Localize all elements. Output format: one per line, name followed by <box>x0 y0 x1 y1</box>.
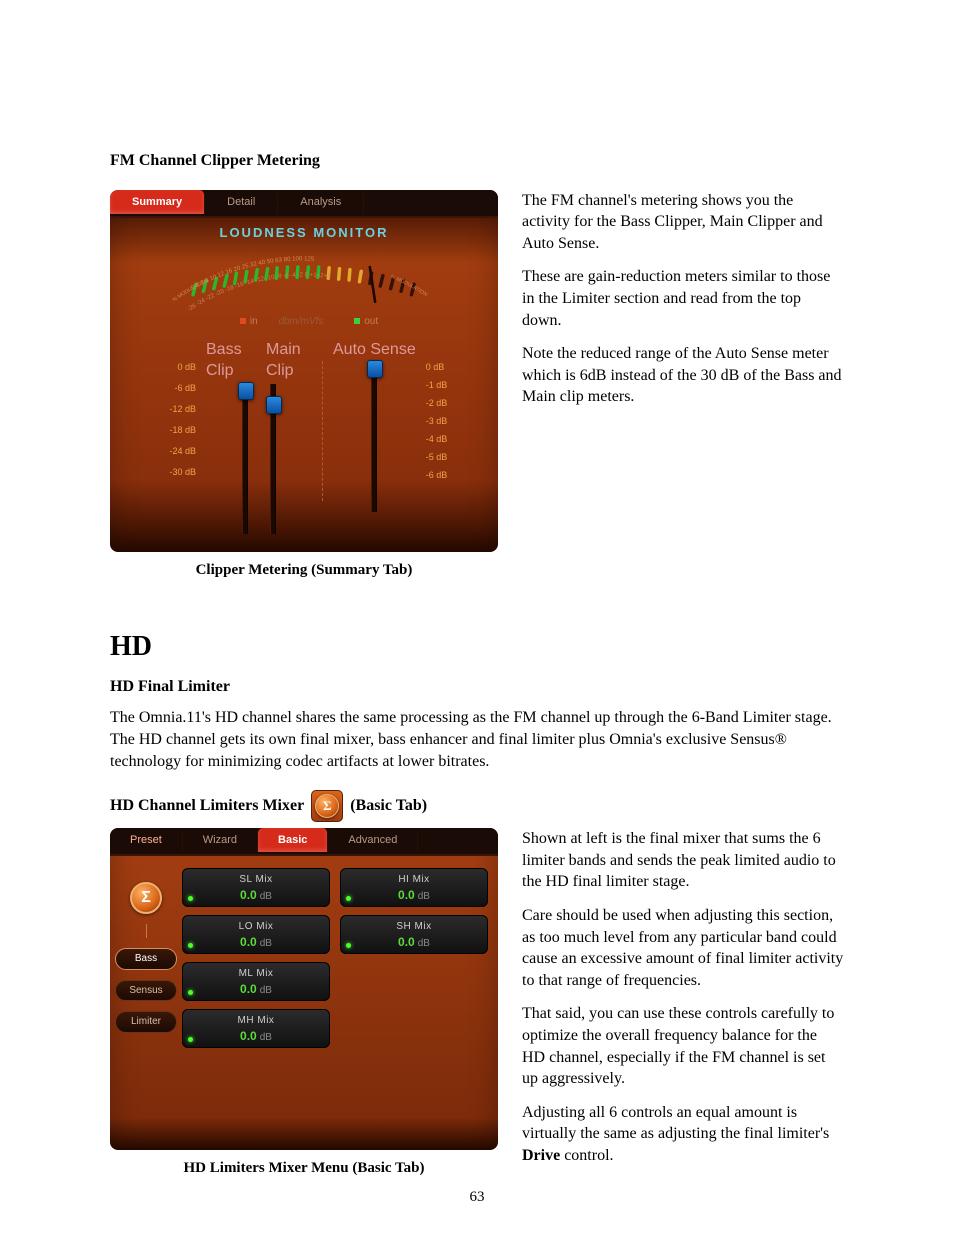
scale-right-0: 0 dB <box>426 361 476 373</box>
meter-divider <box>322 361 323 501</box>
nav-sensus[interactable]: Sensus <box>115 980 177 1002</box>
clipper-metering-panel: Summary Detail Analysis LOUDNESS MONITOR <box>110 190 498 552</box>
scale-left-3: -18 dB <box>169 424 196 436</box>
tab-basic[interactable]: Basic <box>258 828 328 852</box>
tab-wizard[interactable]: Wizard <box>183 828 258 852</box>
arc-mod-right: % MODULATION <box>390 274 429 298</box>
nav-connector <box>146 924 147 938</box>
fm-para-1: The FM channel's metering shows you the … <box>522 190 844 255</box>
heading-hd-mixer-pre: HD Channel Limiters Mixer <box>110 795 304 817</box>
heading-hd-mixer-post: (Basic Tab) <box>350 795 427 817</box>
page-number: 63 <box>0 1187 954 1207</box>
heading-hd: HD <box>110 628 844 666</box>
hd-para-1: Shown at left is the final mixer that su… <box>522 828 844 893</box>
auto-sense-knob[interactable] <box>367 360 383 378</box>
label-auto-sense: Auto Sense <box>333 339 416 361</box>
hd-para-3: That said, you can use these controls ca… <box>522 1003 844 1089</box>
scale-left-0: 0 dB <box>177 361 196 373</box>
sigma-icon[interactable]: Σ <box>130 882 162 914</box>
scale-right-3: -3 dB <box>426 415 476 427</box>
scale-right-5: -5 dB <box>426 451 476 463</box>
tab-summary[interactable]: Summary <box>110 190 205 214</box>
caption-hd: HD Limiters Mixer Menu (Basic Tab) <box>110 1158 498 1178</box>
fm-para-2: These are gain-reduction meters similar … <box>522 266 844 331</box>
loudness-monitor-title: LOUDNESS MONITOR <box>126 224 482 242</box>
tab-preset[interactable]: Preset <box>110 828 183 852</box>
mix-lo[interactable]: LO Mix0.0dB <box>182 915 330 954</box>
scale-left-5: -30 dB <box>169 466 196 478</box>
panel1-tabs: Summary Detail Analysis <box>110 190 498 218</box>
mix-sh[interactable]: SH Mix0.0dB <box>340 915 488 954</box>
label-main-clip: Main Clip <box>266 339 312 382</box>
panel2-side-nav: Σ Bass Sensus Limiter <box>120 868 172 1138</box>
mix-ml[interactable]: ML Mix0.0dB <box>182 962 330 1001</box>
scale-left-1: -6 dB <box>174 382 196 394</box>
main-clip-knob[interactable] <box>266 396 282 414</box>
mixer-grid: SL Mix0.0dB HI Mix0.0dB LO Mix0.0dB SH M… <box>182 868 488 1138</box>
hd-limiters-mixer-panel: Preset Wizard Basic Advanced Σ Bass Sens… <box>110 828 498 1150</box>
heading-fm-metering: FM Channel Clipper Metering <box>110 150 844 172</box>
fm-para-3: Note the reduced range of the Auto Sense… <box>522 343 844 408</box>
scale-right-6: -6 dB <box>426 469 476 481</box>
nav-bass[interactable]: Bass <box>115 948 177 970</box>
tab-analysis[interactable]: Analysis <box>278 190 364 214</box>
heading-hd-final: HD Final Limiter <box>110 676 844 698</box>
svg-text:% MODULATION: % MODULATION <box>390 274 429 298</box>
hd-para-2: Care should be used when adjusting this … <box>522 905 844 991</box>
scale-right-4: -4 dB <box>426 433 476 445</box>
arc-svg: % MODULATION % MODULATION 5 6.3 8 10 12 … <box>126 241 482 319</box>
loudness-arc: % MODULATION % MODULATION 5 6.3 8 10 12 … <box>126 241 482 319</box>
mix-hi[interactable]: HI Mix0.0dB <box>340 868 488 907</box>
scale-left-2: -12 dB <box>169 403 196 415</box>
mix-sl[interactable]: SL Mix0.0dB <box>182 868 330 907</box>
caption-fm: Clipper Metering (Summary Tab) <box>110 560 498 580</box>
bass-clip-knob[interactable] <box>238 382 254 400</box>
hd-para-4: Adjusting all 6 controls an equal amount… <box>522 1102 844 1167</box>
bass-clip-meter[interactable] <box>242 384 248 534</box>
tab-advanced[interactable]: Advanced <box>328 828 418 852</box>
scale-right-2: -2 dB <box>426 397 476 409</box>
meters-area: 0 dB -6 dB -12 dB -18 dB -24 dB -30 dB B… <box>110 333 498 552</box>
label-bass-clip: Bass Clip <box>206 339 252 382</box>
mix-mh[interactable]: MH Mix0.0dB <box>182 1009 330 1048</box>
tab-detail[interactable]: Detail <box>205 190 278 214</box>
nav-limiter[interactable]: Limiter <box>115 1011 177 1033</box>
scale-left-4: -24 dB <box>169 445 196 457</box>
hd-intro: The Omnia.11's HD channel shares the sam… <box>110 707 844 772</box>
main-clip-meter[interactable] <box>270 384 276 534</box>
sigma-inline-icon: Σ <box>311 790 343 822</box>
auto-sense-meter[interactable] <box>371 362 377 512</box>
panel2-tabs: Preset Wizard Basic Advanced <box>110 828 498 856</box>
scale-right-1: -1 dB <box>426 379 476 391</box>
